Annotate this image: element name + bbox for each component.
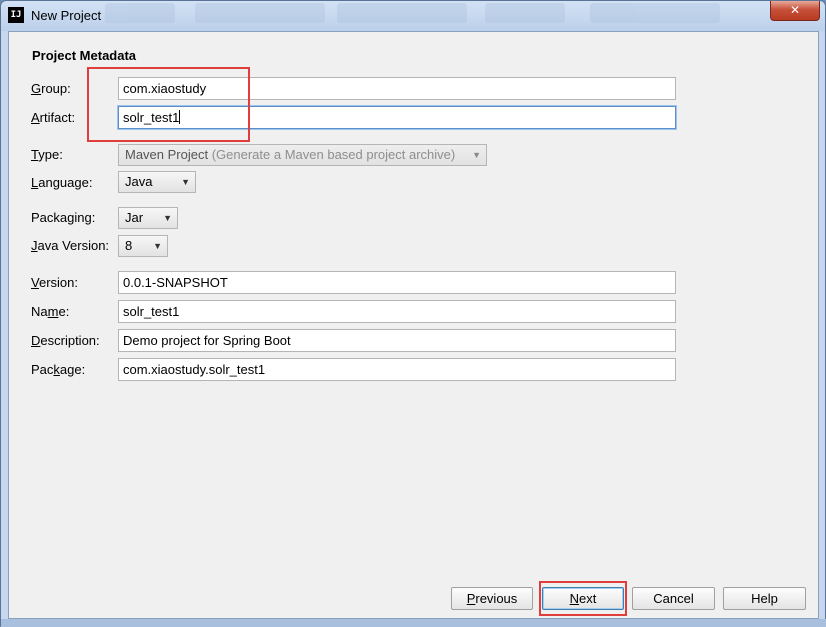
chevron-down-icon: ▼ (181, 177, 190, 187)
section-title: Project Metadata (32, 48, 137, 63)
background-tab (485, 3, 565, 23)
label-mnemonic: A (31, 110, 40, 125)
label-text: ava Version: (37, 238, 110, 253)
button-text: revious (475, 591, 518, 606)
label-text: ersion: (38, 275, 78, 290)
background-tab (195, 3, 325, 23)
cancel-button[interactable]: Cancel (632, 587, 715, 610)
label-text: roup: (41, 81, 71, 96)
close-icon[interactable]: ✕ (770, 1, 820, 21)
background-tab (337, 3, 467, 23)
artifact-label: Artifact: (31, 110, 75, 125)
label-text: Packa (31, 210, 68, 225)
package-field[interactable]: com.xiaostudy.solr_test1 (118, 358, 676, 381)
version-value: 0.0.1-SNAPSHOT (123, 275, 228, 290)
highlight-box-next (539, 581, 627, 616)
background-tabs (105, 3, 725, 23)
name-label: Name: (31, 304, 69, 319)
type-value: Maven Project (125, 147, 209, 162)
dialog-content: Project Metadata Group: com.xiaostudy Ar… (8, 31, 819, 619)
label-text: escription: (40, 333, 100, 348)
window-title: New Project (31, 8, 102, 23)
background-tab (105, 3, 175, 23)
packaging-label: Packaging: (31, 210, 95, 225)
group-label: Group: (31, 81, 71, 96)
type-dropdown[interactable]: Maven Project (Generate a Maven based pr… (118, 144, 487, 166)
packaging-dropdown[interactable]: Jar ▼ (118, 207, 178, 229)
previous-button[interactable]: Previous (451, 587, 533, 610)
name-field[interactable]: solr_test1 (118, 300, 676, 323)
label-mnemonic: G (31, 81, 42, 96)
highlight-box-fields (87, 67, 250, 142)
intellij-icon: IJ (8, 7, 24, 23)
label-mnemonic: V (31, 275, 39, 290)
label-text: anguage: (38, 175, 93, 190)
java-version-label: Java Version: (31, 238, 109, 253)
chevron-down-icon: ▼ (153, 241, 162, 251)
package-label: Package: (31, 362, 85, 377)
title-bar[interactable]: IJ New Project ✕ (1, 1, 825, 31)
help-button[interactable]: Help (723, 587, 806, 610)
type-label: Type: (31, 147, 63, 162)
label-mnemonic: m (47, 304, 59, 319)
description-value: Demo project for Spring Boot (123, 333, 291, 348)
label-text: Na (31, 304, 48, 319)
new-project-window: IJ New Project ✕ Project Metadata Group:… (0, 0, 826, 627)
label-text: rtifact: (39, 110, 76, 125)
label-text: age: (59, 362, 86, 377)
description-field[interactable]: Demo project for Spring Boot (118, 329, 676, 352)
packaging-value: Jar (125, 210, 144, 225)
java-version-value: 8 (125, 238, 133, 253)
version-label: Version: (31, 275, 78, 290)
language-label: Language: (31, 175, 92, 190)
java-version-dropdown[interactable]: 8 ▼ (118, 235, 168, 257)
language-value: Java (125, 174, 153, 189)
label-text: ype: (38, 147, 63, 162)
name-value: solr_test1 (123, 304, 180, 319)
chevron-down-icon: ▼ (472, 150, 481, 160)
background-tab (590, 3, 720, 23)
label-text: Pac (31, 362, 54, 377)
package-value: com.xiaostudy.solr_test1 (123, 362, 266, 377)
label-text: e: (58, 304, 70, 319)
version-field[interactable]: 0.0.1-SNAPSHOT (118, 271, 676, 294)
label-mnemonic: D (31, 333, 41, 348)
language-dropdown[interactable]: Java ▼ (118, 171, 196, 193)
description-label: Description: (31, 333, 100, 348)
type-hint: (Generate a Maven based project archive) (211, 147, 456, 162)
label-text: ing: (74, 210, 96, 225)
chevron-down-icon: ▼ (163, 213, 172, 223)
